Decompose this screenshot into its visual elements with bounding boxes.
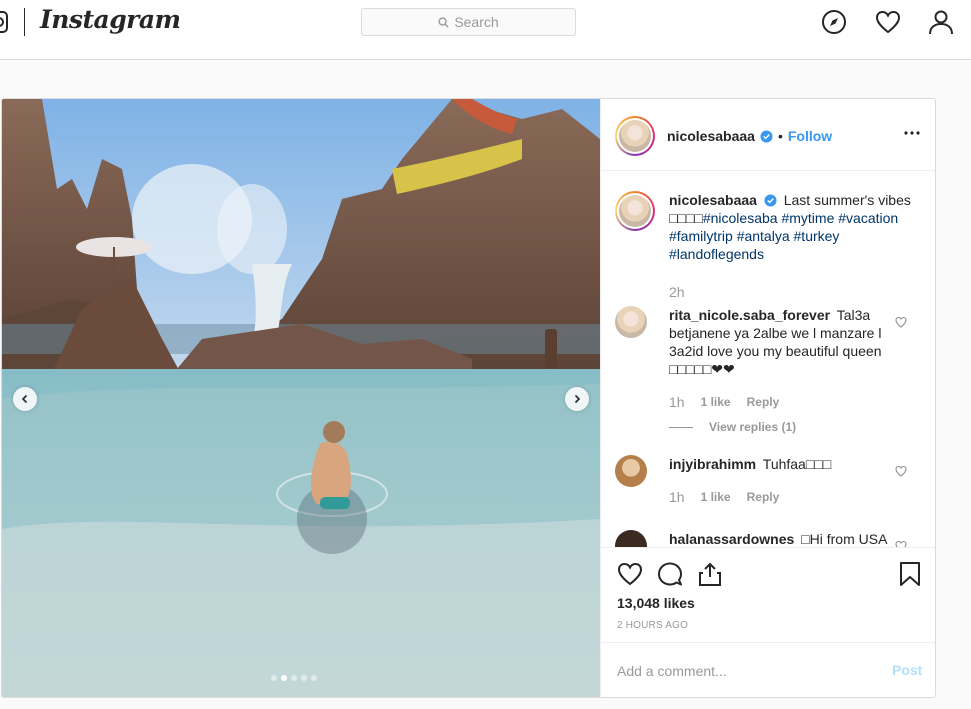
caption-username[interactable]: nicolesabaaa (669, 192, 757, 208)
search-icon (438, 16, 449, 28)
comment-like-count[interactable]: 1 like (701, 488, 731, 506)
hashtag-link[interactable]: #turkey (794, 228, 840, 244)
comment-like-count[interactable]: 1 like (701, 393, 731, 411)
hashtag-link[interactable]: #nicolesaba (703, 210, 778, 226)
chevron-right-icon (574, 394, 581, 404)
profile-user-icon[interactable] (928, 9, 954, 35)
comment-time[interactable]: 1h (669, 393, 685, 411)
caption-meta: 2h (669, 283, 685, 301)
post-actions: 13,048 likes 2 HOURS AGO Post (601, 547, 935, 697)
save-bookmark-icon[interactable] (897, 561, 923, 587)
carousel-dots (271, 675, 317, 681)
caption-text: nicolesabaaa Last summer's vibes □□□□#ni… (669, 191, 914, 263)
hashtag-link[interactable]: #mytime (781, 210, 834, 226)
share-upload-icon[interactable] (697, 561, 723, 587)
carousel-dot (301, 675, 307, 681)
nav-divider (24, 8, 25, 36)
like-heart-icon[interactable] (617, 561, 643, 587)
instagram-camera-icon[interactable] (0, 11, 8, 33)
more-options-icon[interactable] (903, 126, 921, 140)
view-replies-button[interactable]: View replies (1) (669, 418, 796, 436)
comment-text: injyibrahimm Tuhfaa□□□ (669, 455, 899, 473)
activity-heart-icon[interactable] (875, 9, 901, 35)
post-comment-button[interactable]: Post (892, 662, 922, 678)
like-count[interactable]: 13,048 likes (617, 595, 695, 611)
commenter-username[interactable]: halanassardownes (669, 531, 794, 547)
chevron-left-icon (21, 394, 28, 404)
post-header: nicolesabaaa • Follow (601, 99, 935, 171)
explore-compass-icon[interactable] (821, 9, 847, 35)
search-placeholder: Search (454, 14, 499, 30)
commenter-username[interactable]: rita_nicole.saba_forever (669, 307, 830, 323)
post-timestamp[interactable]: 2 HOURS AGO (617, 620, 688, 631)
author-avatar[interactable] (615, 116, 655, 156)
comment-meta: 1h 1 like Reply (669, 488, 779, 506)
top-navigation: Instagram Search (0, 0, 971, 60)
previous-slide-button[interactable] (13, 387, 37, 411)
reply-button[interactable]: Reply (747, 488, 780, 506)
instagram-logo[interactable]: Instagram (40, 5, 181, 34)
water-park-photo (2, 99, 600, 697)
post-card: nicolesabaaa • Follow nicolesabaaa Last … (1, 98, 936, 698)
caption-emojis: □□□□ (669, 210, 703, 226)
hashtag-link[interactable]: #antalya (737, 228, 790, 244)
comment-meta: 1h 1 like Reply (669, 393, 779, 411)
hashtag-link[interactable]: #vacation (838, 210, 898, 226)
hashtag-link[interactable]: #landoflegends (669, 246, 764, 262)
comment-like-heart-icon[interactable] (895, 465, 907, 477)
next-slide-button[interactable] (565, 387, 589, 411)
comment-message: □Hi from USA (801, 531, 888, 547)
comment-like-heart-icon[interactable] (895, 540, 907, 547)
commenter-avatar[interactable] (615, 530, 647, 547)
comment-text: halanassardownes □Hi from USA (669, 530, 899, 547)
commenter-avatar[interactable] (615, 306, 647, 338)
post-photo[interactable] (2, 99, 600, 697)
comment-like-heart-icon[interactable] (895, 316, 907, 328)
follow-button[interactable]: Follow (788, 128, 832, 144)
comment-time[interactable]: 1h (669, 488, 685, 506)
author-username[interactable]: nicolesabaaa (667, 128, 755, 144)
commenter-username[interactable]: injyibrahimm (669, 456, 756, 472)
caption-time[interactable]: 2h (669, 283, 685, 301)
carousel-dot (311, 675, 317, 681)
caption-message: Last summer's vibes (783, 192, 911, 208)
comments-list[interactable]: nicolesabaaa Last summer's vibes □□□□#ni… (601, 172, 935, 547)
commenter-avatar[interactable] (615, 455, 647, 487)
comment-input[interactable] (617, 661, 877, 681)
comment-message: Tuhfaa□□□ (762, 456, 832, 472)
author-info: nicolesabaaa • Follow (667, 128, 832, 144)
post-details-panel: nicolesabaaa • Follow nicolesabaaa Last … (600, 99, 935, 697)
view-replies-label: View replies (1) (709, 420, 797, 434)
search-box[interactable]: Search (361, 8, 576, 36)
verified-badge-icon (760, 129, 773, 143)
comment-bubble-icon[interactable] (657, 561, 683, 587)
replies-divider-line (669, 426, 693, 428)
carousel-dot (271, 675, 277, 681)
carousel-dot (281, 675, 287, 681)
verified-badge-icon (764, 194, 777, 207)
comment-text: rita_nicole.saba_forever Tal3a betjanene… (669, 306, 889, 378)
carousel-dot (291, 675, 297, 681)
separator-bullet: • (777, 128, 783, 144)
caption-avatar[interactable] (615, 191, 655, 231)
add-comment-section: Post (601, 642, 935, 697)
hashtag-link[interactable]: #familytrip (669, 228, 733, 244)
reply-button[interactable]: Reply (747, 393, 780, 411)
